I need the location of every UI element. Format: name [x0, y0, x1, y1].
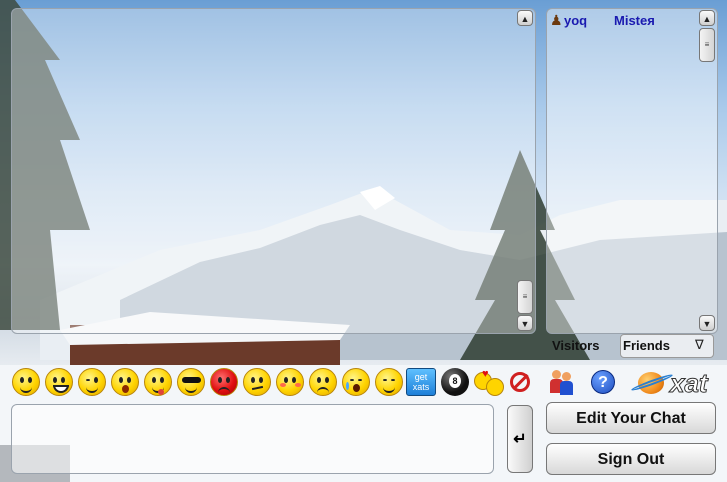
- smiley-biggrin[interactable]: [45, 368, 73, 396]
- help-icon[interactable]: ?: [591, 370, 615, 394]
- smiley-redface[interactable]: [276, 368, 304, 396]
- eightball-icon[interactable]: 8: [441, 368, 469, 396]
- get-xats-line2: xats: [412, 382, 430, 392]
- tab-friends-label: Friends: [623, 338, 670, 353]
- message-input[interactable]: [11, 404, 494, 474]
- userlist-scroll-up-button[interactable]: ▲: [699, 10, 715, 26]
- smiley-confused[interactable]: [243, 368, 271, 396]
- eightball-label: 8: [449, 374, 461, 388]
- smiley-smile[interactable]: [12, 368, 40, 396]
- user-list-item[interactable]: Mistея: [614, 12, 694, 30]
- userlist-scroll-thumb[interactable]: ≡: [699, 28, 715, 62]
- user-icon: ♟: [550, 12, 563, 28]
- sign-out-button[interactable]: Sign Out: [546, 443, 716, 475]
- user-name: Mistея: [614, 13, 655, 28]
- message-scroll-up-button[interactable]: ▲: [517, 10, 533, 26]
- smiley-blush[interactable]: [375, 368, 403, 396]
- smiley-mad[interactable]: [210, 368, 238, 396]
- message-scroll-thumb[interactable]: ≡: [517, 280, 533, 314]
- filter-icon[interactable]: ∇: [695, 337, 704, 353]
- smiley-eek[interactable]: [111, 368, 139, 396]
- user-name: yoq: [564, 13, 588, 28]
- smiley-crying[interactable]: [342, 368, 370, 396]
- edit-your-chat-button[interactable]: Edit Your Chat: [546, 402, 716, 434]
- get-xats-button[interactable]: get xats: [406, 368, 436, 396]
- logo-text: xat: [670, 368, 709, 399]
- userlist-scroll-down-button[interactable]: ▼: [699, 315, 715, 331]
- send-button[interactable]: ↵: [507, 405, 533, 473]
- smiley-cool[interactable]: [177, 368, 205, 396]
- xat-logo[interactable]: xat: [630, 368, 720, 399]
- user-list: [546, 8, 718, 334]
- friends-icon[interactable]: [550, 368, 576, 396]
- smiley-frown[interactable]: [309, 368, 337, 396]
- kiss-smileys-icon[interactable]: ♥: [474, 368, 504, 396]
- user-list-item[interactable]: ♟ yoq: [550, 12, 600, 30]
- message-area: [11, 8, 536, 334]
- smiley-tongue[interactable]: [144, 368, 172, 396]
- tab-visitors[interactable]: Visitors: [552, 338, 599, 353]
- block-icon[interactable]: [510, 372, 530, 392]
- smiley-wink[interactable]: [78, 368, 106, 396]
- tab-friends[interactable]: Friends ∇: [620, 334, 714, 358]
- message-scroll-down-button[interactable]: ▼: [517, 315, 533, 331]
- get-xats-line1: get: [414, 372, 428, 382]
